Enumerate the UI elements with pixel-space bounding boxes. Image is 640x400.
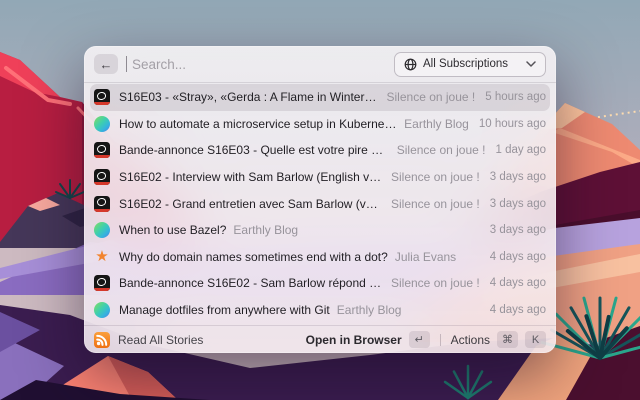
list-item[interactable]: S16E03 - «Stray», «Gerda : A Flame in Wi… <box>90 84 550 111</box>
silence-on-joue-icon <box>94 142 110 159</box>
item-subtitle: Silence on joue ! <box>386 90 476 105</box>
item-time: 4 days ago <box>489 250 546 263</box>
list-item[interactable]: S16E02 - Interview with Sam Barlow (Engl… <box>84 164 556 191</box>
item-time: 5 hours ago <box>485 91 546 104</box>
item-title: Why do domain names sometimes end with a… <box>119 249 388 264</box>
silence-on-joue-icon <box>94 275 110 292</box>
list-item[interactable]: Bande-annonce S16E03 - Quelle est votre … <box>84 137 556 164</box>
item-subtitle: Earthly Blog <box>404 116 469 131</box>
earthly-icon <box>94 222 110 239</box>
item-title: S16E02 - Grand entretien avec Sam Barlow… <box>119 196 384 211</box>
item-time: 10 hours ago <box>478 117 546 130</box>
item-title: When to use Bazel? <box>119 223 227 238</box>
silence-on-joue-icon <box>94 195 110 212</box>
subscriptions-dropdown-label: All Subscriptions <box>422 58 508 70</box>
rss-reader-window: ← All Subscriptions <box>84 46 556 353</box>
globe-icon <box>404 58 417 70</box>
earthly-icon <box>94 302 110 319</box>
silence-on-joue-icon <box>94 169 110 186</box>
item-subtitle: Silence on joue ! <box>391 196 480 211</box>
item-title: How to automate a microservice setup in … <box>119 116 398 131</box>
enter-key-badge: ↵ <box>408 331 430 348</box>
k-key-badge: K <box>525 331 546 348</box>
list-item[interactable]: ★ Why do domain names sometimes end with … <box>84 244 556 271</box>
footer-actions: Open in Browser ↵ Actions ⌘ K <box>306 331 546 348</box>
item-subtitle: Silence on joue ! <box>391 276 480 291</box>
silence-on-joue-icon <box>94 89 110 106</box>
item-subtitle: Earthly Blog <box>336 303 402 318</box>
footer-divider <box>439 333 441 346</box>
list-item[interactable]: Manage dotfiles from anywhere with Git Ea… <box>84 297 556 324</box>
cmd-key-badge: ⌘ <box>497 331 518 348</box>
item-subtitle: Julia Evans <box>394 249 457 264</box>
star-icon: ★ <box>95 247 109 265</box>
item-time: 4 days ago <box>489 304 546 317</box>
list-item[interactable]: When to use Bazel? Earthly Blog 3 days ago <box>84 217 556 244</box>
footer-bar: Read All Stories Open in Browser ↵ Actio… <box>84 325 556 353</box>
item-title: Bande-annonce S16E02 - Sam Barlow répond… <box>119 276 384 291</box>
item-time: 1 day ago <box>495 144 546 157</box>
item-subtitle: Silence on joue ! <box>396 143 486 158</box>
earthly-icon <box>94 115 110 132</box>
item-title: Manage dotfiles from anywhere with Git <box>119 303 330 318</box>
item-time: 3 days ago <box>489 197 546 210</box>
chevron-down-icon <box>526 61 536 67</box>
item-title: S16E02 - Interview with Sam Barlow (Engl… <box>119 170 384 185</box>
search-header: ← All Subscriptions <box>84 46 556 83</box>
list-item[interactable]: Bande-annonce S16E02 - Sam Barlow répond… <box>84 270 556 297</box>
text-caret <box>126 56 127 72</box>
rss-icon <box>94 331 110 348</box>
item-title: Bande-annonce S16E03 - Quelle est votre … <box>119 143 390 158</box>
subscriptions-dropdown[interactable]: All Subscriptions <box>393 51 546 77</box>
item-subtitle: Silence on joue ! <box>391 170 480 185</box>
item-time: 3 days ago <box>489 224 546 237</box>
back-button[interactable]: ← <box>94 54 118 74</box>
desktop: ← All Subscriptions <box>0 0 640 400</box>
command-title: Read All Stories <box>118 332 204 347</box>
open-in-browser-button[interactable]: Open in Browser <box>306 333 402 347</box>
item-title: S16E03 - «Stray», «Gerda : A Flame in Wi… <box>119 90 380 105</box>
item-time: 4 days ago <box>489 277 546 290</box>
list-item[interactable]: How to automate a microservice setup in … <box>84 111 556 138</box>
item-subtitle: Earthly Blog <box>233 223 299 238</box>
actions-button[interactable]: Actions <box>451 333 490 347</box>
back-arrow-icon: ← <box>99 56 113 72</box>
list-item[interactable]: S16E02 - Grand entretien avec Sam Barlow… <box>84 190 556 217</box>
item-time: 3 days ago <box>489 171 546 184</box>
story-list: S16E03 - «Stray», «Gerda : A Flame in Wi… <box>84 83 556 325</box>
search-input[interactable] <box>130 55 394 73</box>
footer-command: Read All Stories <box>94 331 204 348</box>
